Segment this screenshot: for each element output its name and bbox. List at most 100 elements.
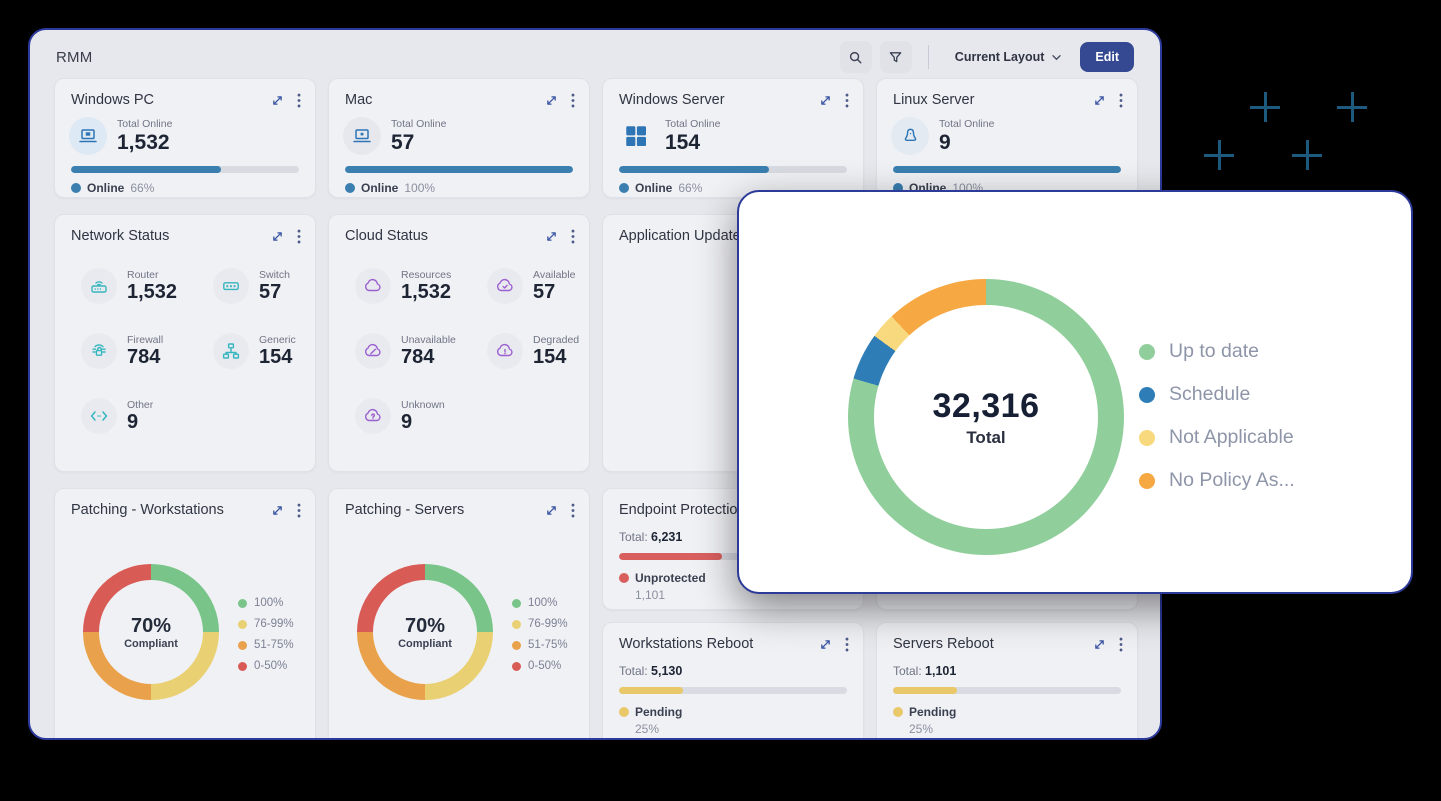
status-value: 25% <box>909 722 1121 736</box>
popup-total-label: Total <box>966 428 1005 448</box>
card-title: Endpoint Protection <box>619 502 746 518</box>
metric-label: Total Online <box>117 118 172 130</box>
card-title: Network Status <box>71 228 169 244</box>
layout-selector[interactable]: Current Layout <box>945 44 1073 70</box>
legend-dot <box>893 707 903 717</box>
status-value: 25% <box>635 722 847 736</box>
patching-donut-chart: 70% Compliant <box>357 564 493 700</box>
patch-status-donut-chart: 32,316 Total <box>848 279 1124 555</box>
cloud-available-icon <box>487 268 523 304</box>
metric-label: Total Online <box>665 118 720 130</box>
legend-dot <box>619 707 629 717</box>
legend-label: Online <box>87 181 124 195</box>
legend-dot <box>1139 344 1155 360</box>
total-value: 1,101 <box>925 664 956 678</box>
kebab-menu-icon[interactable] <box>571 229 575 244</box>
item-value: 154 <box>533 346 579 369</box>
compliance-label: Compliant <box>124 638 178 650</box>
kebab-menu-icon[interactable] <box>571 93 575 108</box>
legend-label: Online <box>361 181 398 195</box>
expand-icon[interactable] <box>545 230 558 243</box>
network-item-other: Other9 <box>81 398 213 434</box>
metric-value: 1,532 <box>117 131 172 155</box>
card-title: Application Updates <box>619 228 748 244</box>
kebab-menu-icon[interactable] <box>1119 93 1123 108</box>
progress-track <box>619 166 847 173</box>
legend-label: 100% <box>528 597 557 609</box>
item-label: Degraded <box>533 334 579 346</box>
legend-dot <box>1139 387 1155 403</box>
page-title: RMM <box>56 49 92 66</box>
card-title: Patching - Servers <box>345 502 464 518</box>
kebab-menu-icon[interactable] <box>297 93 301 108</box>
total-value: 5,130 <box>651 664 682 678</box>
item-label: Switch <box>259 269 290 281</box>
total-label: Total: <box>893 664 922 678</box>
metric-value: 57 <box>391 131 446 155</box>
expand-icon[interactable] <box>1093 638 1106 651</box>
expand-icon[interactable] <box>271 230 284 243</box>
header-divider <box>928 45 929 69</box>
progress-fill <box>345 166 573 173</box>
card-title: Linux Server <box>893 92 974 108</box>
legend-label: 76-99% <box>254 618 294 630</box>
chevron-down-icon <box>1051 54 1062 61</box>
other-icon <box>81 398 117 434</box>
cloud-item-available: Available57 <box>487 268 589 304</box>
legend-dot <box>512 662 521 671</box>
network-item-router: Router1,532 <box>81 268 213 304</box>
filter-button[interactable] <box>880 41 912 73</box>
item-label: Unknown <box>401 399 445 411</box>
expand-icon[interactable] <box>271 94 284 107</box>
search-button[interactable] <box>840 41 872 73</box>
header-controls: Current Layout Edit <box>840 41 1134 73</box>
kebab-menu-icon[interactable] <box>1119 637 1123 652</box>
expand-icon[interactable] <box>819 638 832 651</box>
progress-fill <box>893 687 957 694</box>
progress-track <box>71 166 299 173</box>
item-value: 1,532 <box>401 281 451 304</box>
progress-fill <box>619 687 683 694</box>
compliance-percent: 70% <box>405 615 445 638</box>
popup-total-value: 32,316 <box>933 387 1040 426</box>
legend-label: 51-75% <box>528 639 568 651</box>
cloud-unknown-icon <box>355 398 391 434</box>
cloud-status-card: Cloud Status Resources1,532 Available57 <box>328 214 590 472</box>
windows-pc-card: Windows PC Total Online 1,532 Online <box>54 78 316 198</box>
metric-label: Total Online <box>391 118 446 130</box>
legend-dot <box>238 599 247 608</box>
edit-button[interactable]: Edit <box>1080 42 1134 72</box>
status-label: Pending <box>635 705 682 719</box>
expand-icon[interactable] <box>545 94 558 107</box>
kebab-menu-icon[interactable] <box>297 229 301 244</box>
expand-icon[interactable] <box>819 94 832 107</box>
legend-label: Not Applicable <box>1169 426 1294 449</box>
kebab-menu-icon[interactable] <box>845 93 849 108</box>
workstations-reboot-card: Workstations Reboot Total: 5,130 Pending… <box>602 622 864 740</box>
cloud-item-unknown: Unknown9 <box>355 398 487 434</box>
expand-icon[interactable] <box>545 504 558 517</box>
kebab-menu-icon[interactable] <box>297 503 301 518</box>
cloud-degraded-icon <box>487 333 523 369</box>
total-label: Total: <box>619 530 648 544</box>
dashboard-header: RMM Current Layout <box>30 30 1160 80</box>
item-value: 9 <box>127 411 153 434</box>
compliance-label: Compliant <box>398 638 452 650</box>
generic-icon <box>213 333 249 369</box>
legend-label: Online <box>635 181 672 195</box>
linux-server-card: Linux Server Total Online 9 Online <box>876 78 1138 198</box>
kebab-menu-icon[interactable] <box>571 503 575 518</box>
card-title: Windows PC <box>71 92 154 108</box>
legend-label: No Policy As... <box>1169 469 1295 492</box>
legend-label: Up to date <box>1169 340 1259 363</box>
item-label: Router <box>127 269 177 281</box>
total-label: Total: <box>619 664 648 678</box>
progress-track <box>619 687 847 694</box>
legend-label: 0-50% <box>254 660 287 672</box>
expand-icon[interactable] <box>1093 94 1106 107</box>
search-icon <box>848 50 863 65</box>
item-label: Resources <box>401 269 451 281</box>
progress-track <box>345 166 573 173</box>
expand-icon[interactable] <box>271 504 284 517</box>
kebab-menu-icon[interactable] <box>845 637 849 652</box>
